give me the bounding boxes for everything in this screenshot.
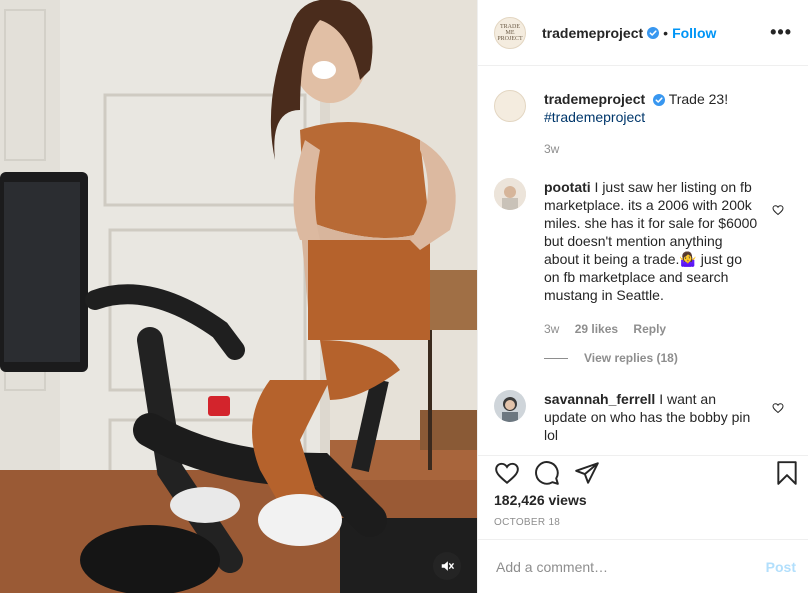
instagram-post: TRADE ME PROJECT trademeproject • Follow…	[0, 0, 808, 593]
like-comment-heart-icon[interactable]	[772, 402, 784, 414]
post-actions-bar: 182,426 views OCTOBER 18	[478, 455, 808, 539]
verified-badge-icon	[647, 26, 660, 39]
caption-body: trademeproject Trade 23! #trademeproject…	[544, 90, 758, 158]
commenter-avatar[interactable]	[494, 178, 526, 210]
comment-body: pootati I just saw her listing on fb mar…	[544, 178, 758, 338]
like-comment-heart-icon[interactable]	[772, 204, 784, 216]
caption-hashtag-link[interactable]: #trademeproject	[544, 109, 645, 125]
caption-author-avatar[interactable]	[494, 90, 526, 122]
heart-icon[interactable]	[494, 460, 520, 486]
comment-meta: 3w 29 likes Reply	[544, 320, 758, 338]
avatar-logo-text: TRADE ME PROJECT	[497, 23, 523, 42]
post-video[interactable]	[0, 0, 477, 593]
header-separator: •	[663, 24, 669, 41]
comment-input[interactable]	[494, 557, 766, 576]
post-header: TRADE ME PROJECT trademeproject • Follow…	[478, 0, 808, 66]
author-username[interactable]: trademeproject	[542, 25, 643, 41]
comment-composer: Post	[478, 539, 808, 593]
post-comment-button[interactable]: Post	[766, 559, 796, 575]
caption-meta: 3w	[544, 140, 758, 158]
comment-icon[interactable]	[534, 460, 560, 486]
author-avatar[interactable]: TRADE ME PROJECT	[494, 16, 526, 49]
comment-item: savannah_ferrell I want an update on who…	[494, 390, 792, 444]
comment-time[interactable]: 3w	[544, 322, 559, 336]
post-caption: trademeproject Trade 23! #trademeproject…	[494, 90, 792, 158]
comment-item: pootati I just saw her listing on fb mar…	[494, 178, 792, 338]
avatar-photo	[494, 390, 526, 422]
share-icon[interactable]	[574, 460, 600, 486]
avatar-photo	[494, 178, 526, 210]
comment-text: I just saw her listing on fb marketplace…	[544, 179, 758, 303]
view-replies-button[interactable]: View replies (18)	[544, 351, 678, 365]
verified-badge-icon	[653, 94, 666, 106]
post-date[interactable]: OCTOBER 18	[494, 517, 560, 528]
bookmark-icon[interactable]	[774, 460, 800, 486]
video-frame	[0, 0, 477, 593]
comment-username[interactable]: pootati	[544, 179, 591, 195]
reply-button[interactable]: Reply	[633, 322, 666, 336]
comment-username[interactable]: savannah_ferrell	[544, 391, 655, 407]
view-replies-label: View replies (18)	[584, 351, 678, 365]
comment-body: savannah_ferrell I want an update on who…	[544, 390, 758, 444]
caption-time[interactable]: 3w	[544, 142, 559, 156]
speaker-muted-icon	[441, 561, 454, 571]
more-options-button[interactable]: •••	[770, 22, 792, 43]
caption-username[interactable]: trademeproject	[544, 91, 645, 107]
comments-list[interactable]: trademeproject Trade 23! #trademeproject…	[478, 66, 808, 455]
mute-toggle-button[interactable]	[433, 552, 461, 580]
caption-text: Trade 23!	[668, 91, 729, 107]
post-side-panel: TRADE ME PROJECT trademeproject • Follow…	[477, 0, 808, 593]
comment-likes[interactable]: 29 likes	[575, 322, 618, 336]
view-count[interactable]: 182,426 views	[494, 492, 587, 508]
replies-divider-line	[544, 357, 568, 359]
follow-button[interactable]: Follow	[672, 25, 716, 41]
commenter-avatar[interactable]	[494, 390, 526, 422]
